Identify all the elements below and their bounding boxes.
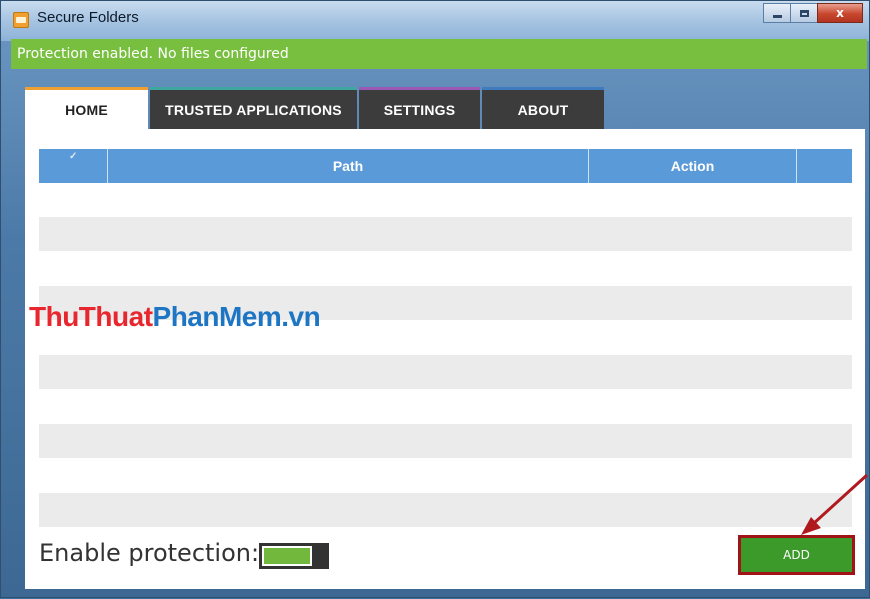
app-window: Secure Folders x Protection enabled. No … [0,0,870,598]
tab-trusted-applications[interactable]: TRUSTED APPLICATIONS [150,87,357,129]
watermark-part-blue: PhanMem.vn [152,301,321,332]
toggle-on-indicator [262,546,312,566]
watermark: ThuThuatPhanMem.vn [29,301,321,333]
tab-home[interactable]: HOME [25,87,148,129]
minimize-button[interactable] [763,3,791,23]
minimize-icon [772,14,782,18]
tab-settings[interactable]: SETTINGS [359,87,480,129]
table-header: ✓ Path Action [39,149,852,183]
check-icon: ✓ [69,151,78,162]
watermark-part-red: ThuThuat [29,301,153,332]
path-column-header[interactable]: Path [108,149,589,183]
status-text: Protection enabled. No files configured [17,46,289,62]
table-row [39,251,852,285]
maximize-button[interactable] [790,3,818,23]
close-icon: x [836,6,844,20]
title-bar[interactable]: Secure Folders x [1,1,869,41]
protection-toggle[interactable] [259,543,329,569]
window-title: Secure Folders [37,9,139,26]
window-controls: x [763,3,863,25]
table-row [39,217,852,251]
tab-bar: HOME TRUSTED APPLICATIONS SETTINGS ABOUT [25,87,606,129]
maximize-icon [799,9,809,17]
table-row [39,389,852,423]
table-row [39,355,852,389]
add-button[interactable]: ADD [738,535,855,575]
enable-protection-label: Enable protection: [39,539,260,567]
tab-about[interactable]: ABOUT [482,87,604,129]
home-panel: ✓ Path Action ThuThuatPhanMem.vn Enable … [25,129,865,589]
table-row [39,458,852,492]
close-button[interactable]: x [817,3,863,23]
extra-column-header [797,149,852,183]
app-icon [13,12,29,28]
select-column-header[interactable]: ✓ [39,149,108,183]
table-row [39,493,852,527]
table-row [39,183,852,217]
status-bar: Protection enabled. No files configured [11,39,867,69]
table-row [39,424,852,458]
action-column-header[interactable]: Action [589,149,797,183]
